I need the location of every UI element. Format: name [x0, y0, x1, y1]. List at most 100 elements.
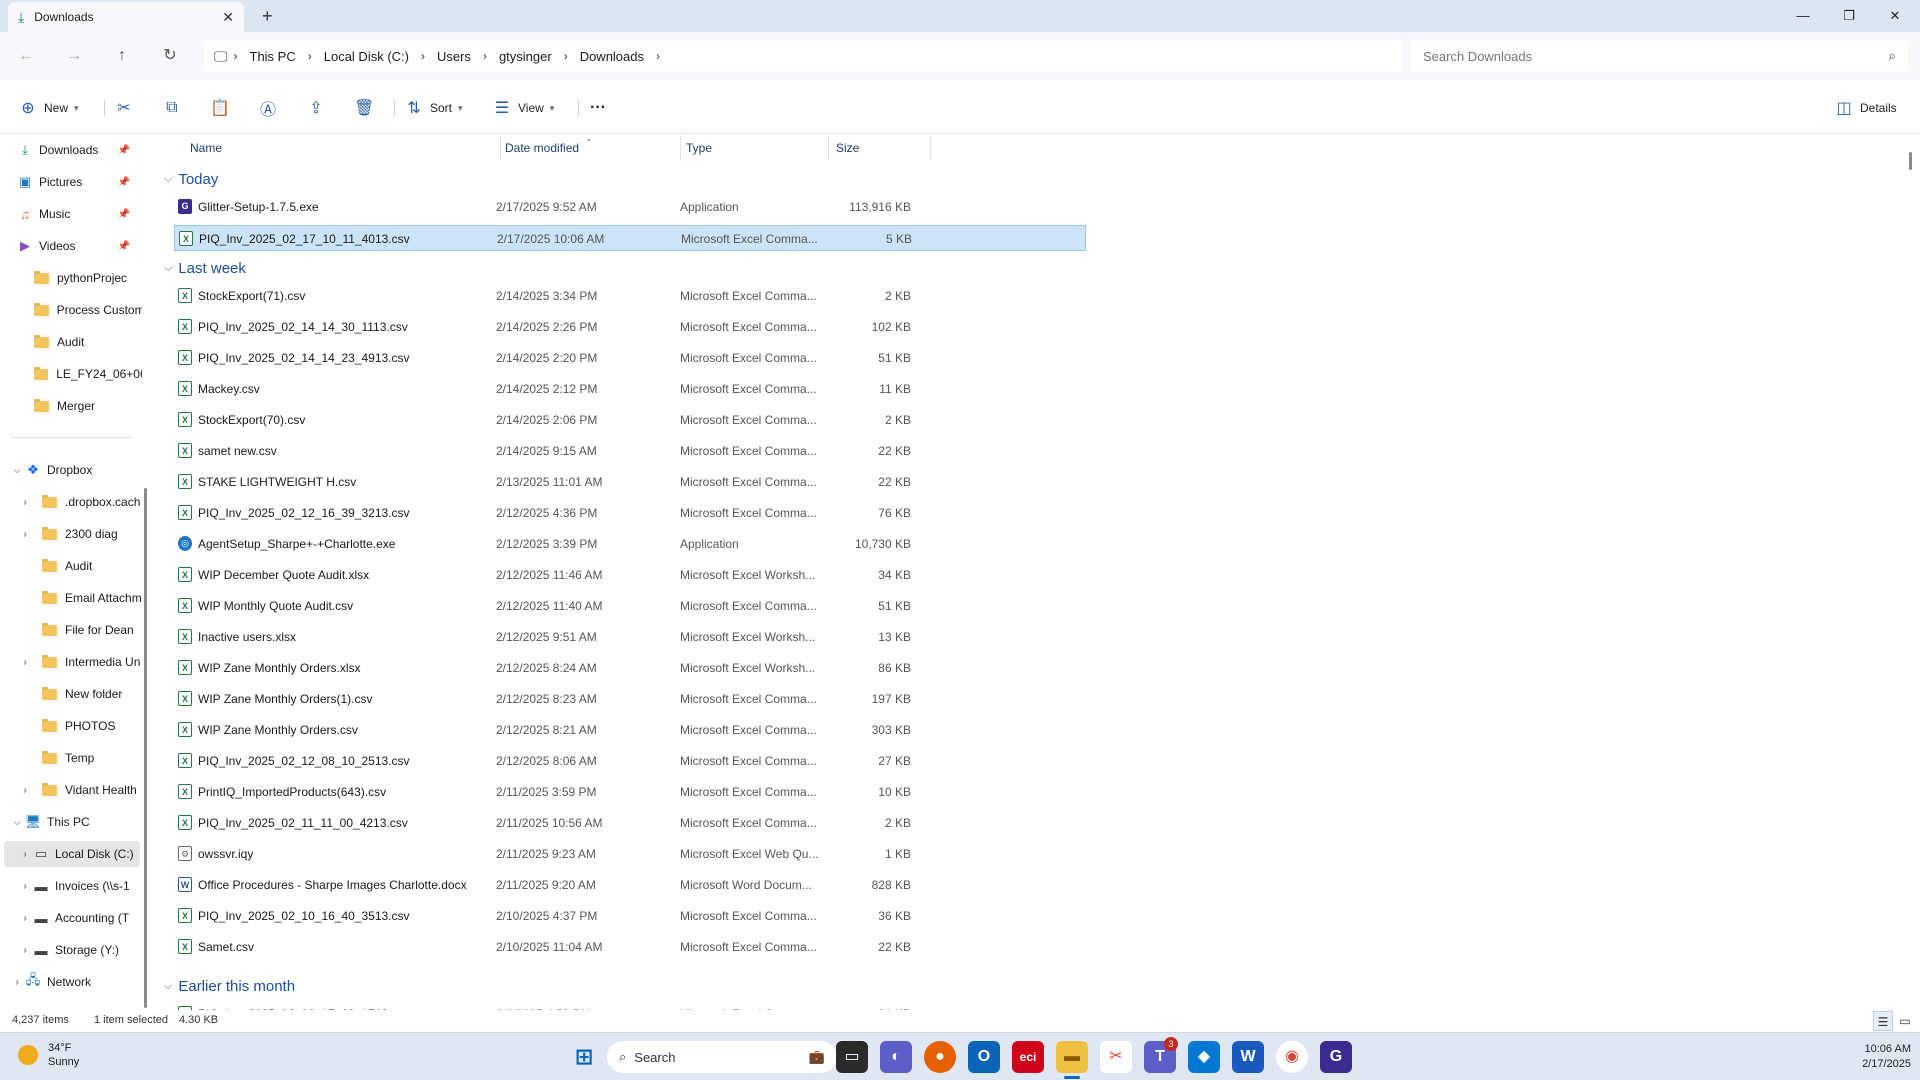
- close-window-button[interactable]: ✕: [1872, 4, 1918, 28]
- start-windows-icon[interactable]: ⊞: [568, 1041, 600, 1073]
- file-row[interactable]: W Office Procedures - Sharpe Images Charl…: [174, 872, 1086, 898]
- m365-icon[interactable]: ◆: [1188, 1041, 1220, 1073]
- file-row[interactable]: X Samet.csv 2/10/2025 11:04 AM Microsoft Ex…: [174, 934, 1086, 960]
- sort-button[interactable]: ⇅ Sort ▾: [404, 94, 462, 122]
- chevron-right-icon[interactable]: ›: [415, 49, 431, 63]
- chevron-right-icon[interactable]: ›: [558, 49, 574, 63]
- file-row[interactable]: ◎ AgentSetup_Sharpe+-+Charlotte.exe 2/12/2…: [174, 531, 1086, 557]
- chevron-right-icon[interactable]: ›: [18, 785, 32, 796]
- tab-downloads[interactable]: ⤓ Downloads ✕: [8, 2, 244, 32]
- column-divider[interactable]: [828, 135, 829, 161]
- breadcrumb-users[interactable]: Users: [431, 49, 477, 64]
- new-tab-button[interactable]: +: [262, 6, 273, 27]
- paste-button[interactable]: 📋: [210, 94, 230, 122]
- breadcrumb-downloads[interactable]: Downloads: [574, 49, 650, 64]
- nav-item-2300-diag[interactable]: › 2300 diag: [18, 521, 142, 547]
- back-button[interactable]: ←: [14, 44, 38, 68]
- restore-button[interactable]: ❐: [1826, 4, 1872, 28]
- file-row[interactable]: X PIQ_Inv_2025_02_12_16_39_3213.csv 2/12/2…: [174, 500, 1086, 526]
- nav-item-pythonproject[interactable]: pythonProjec: [34, 265, 142, 291]
- group-header-earlier[interactable]: ⌵ Earlier this month: [164, 975, 295, 997]
- column-size[interactable]: Size: [836, 141, 859, 155]
- more-options-button[interactable]: ···: [590, 94, 606, 122]
- firefox-icon[interactable]: ●: [924, 1041, 956, 1073]
- nav-item-pictures[interactable]: ▣ Pictures 📌: [16, 169, 138, 195]
- breadcrumb-user[interactable]: gtysinger: [493, 49, 558, 64]
- details-button[interactable]: ◫ Details: [1834, 94, 1896, 122]
- view-button[interactable]: ☰ View ▾: [492, 94, 555, 122]
- file-row[interactable]: XPIQ_Inv_2025_02_06_17_03_1713.csv2/6/20…: [174, 1001, 1086, 1010]
- group-header-last-week[interactable]: ⌵ Last week: [164, 257, 246, 279]
- file-row[interactable]: X STAKE LIGHTWEIGHT H.csv 2/13/2025 11:01 …: [174, 469, 1086, 495]
- chevron-right-icon[interactable]: ›: [18, 913, 32, 924]
- nav-item-new-folder[interactable]: New folder: [42, 681, 142, 707]
- group-header-today[interactable]: ⌵ Today: [164, 168, 218, 190]
- nav-item-network[interactable]: › 🖧 Network: [10, 969, 140, 995]
- rename-button[interactable]: Ⓐ: [258, 94, 278, 122]
- nav-item-dropbox-cache[interactable]: › .dropbox.cach: [18, 489, 142, 515]
- file-row[interactable]: X WIP Zane Monthly Orders(1).csv 2/12/2025…: [174, 686, 1086, 712]
- column-type[interactable]: Type: [686, 141, 712, 155]
- file-row[interactable]: Xsamet new.csv 2/14/2025 9:15 AM Microsoft…: [174, 438, 1086, 464]
- file-row[interactable]: X PIQ_Inv_2025_02_12_08_10_2513.csv 2/12/2…: [174, 748, 1086, 774]
- column-name[interactable]: Name: [190, 141, 222, 155]
- task-view-icon[interactable]: ▭: [836, 1041, 868, 1073]
- chevron-right-icon[interactable]: ›: [228, 49, 244, 63]
- delete-button[interactable]: 🗑: [354, 94, 374, 122]
- chevron-right-icon[interactable]: ›: [18, 497, 32, 508]
- copy-button[interactable]: ⧉: [162, 94, 182, 122]
- file-explorer-icon[interactable]: ▬: [1056, 1041, 1088, 1073]
- file-row[interactable]: X PIQ_Inv_2025_02_17_10_11_4013.csv 2/17/2…: [174, 225, 1086, 251]
- share-button[interactable]: ⇪: [306, 94, 326, 122]
- system-clock[interactable]: 10:06 AM 2/17/2025: [1815, 1042, 1911, 1072]
- nav-item-this-pc[interactable]: ⌵ 🖥 This PC: [10, 809, 140, 835]
- forward-button[interactable]: →: [62, 44, 86, 68]
- nav-item-invoices-drive[interactable]: › ▬ Invoices (\\s-1: [18, 873, 142, 899]
- file-row[interactable]: X PIQ_Inv_2025_02_11_11_00_4213.csv 2/11/2…: [174, 810, 1086, 836]
- weather-widget[interactable]: 34°F Sunny: [18, 1041, 79, 1069]
- file-row[interactable]: G Glitter-Setup-1.7.5.exe 2/17/2025 9:52 A…: [174, 194, 1086, 220]
- chevron-right-icon[interactable]: ›: [18, 881, 32, 892]
- tiles-view-icon[interactable]: ▭: [1895, 1011, 1915, 1031]
- file-row[interactable]: X StockExport(71).csv 2/14/2025 3:34 PM Mic…: [174, 283, 1086, 309]
- nav-item-videos[interactable]: ▶ Videos 📌: [16, 233, 138, 259]
- nav-item-process-custom[interactable]: Process Custom: [34, 297, 142, 323]
- chevron-right-icon[interactable]: ›: [477, 49, 493, 63]
- chevron-right-icon[interactable]: ›: [18, 529, 32, 540]
- file-row[interactable]: X Inactive users.xlsx 2/12/2025 9:51 AM Mic…: [174, 624, 1086, 650]
- chevron-right-icon[interactable]: ›: [10, 977, 24, 988]
- chevron-down-icon[interactable]: ⌵: [10, 817, 24, 828]
- nav-item-email-attachments[interactable]: Email Attachm: [42, 585, 142, 611]
- refresh-button[interactable]: ↻: [158, 44, 182, 68]
- column-divider[interactable]: [930, 135, 931, 161]
- minimize-button[interactable]: —: [1780, 4, 1826, 28]
- file-row[interactable]: X WIP December Quote Audit.xlsx 2/12/2025 …: [174, 562, 1086, 588]
- chevron-right-icon[interactable]: ›: [18, 657, 32, 668]
- outlook-icon[interactable]: O: [968, 1041, 1000, 1073]
- file-row[interactable]: X Mackey.csv 2/14/2025 2:12 PM Microsoft Ex…: [174, 376, 1086, 402]
- details-view-icon[interactable]: ☰: [1873, 1011, 1893, 1031]
- nav-item-dropbox-audit[interactable]: Audit: [42, 553, 142, 579]
- file-row[interactable]: X StockExport(70).csv 2/14/2025 2:06 PM Mic…: [174, 407, 1086, 433]
- nav-item-local-disk[interactable]: › ▭ Local Disk (C:): [4, 841, 140, 867]
- nav-item-intermedia[interactable]: › Intermedia Un: [18, 649, 142, 675]
- search-box[interactable]: ⌕: [1411, 40, 1908, 72]
- word-icon[interactable]: W: [1232, 1041, 1264, 1073]
- file-row[interactable]: X PIQ_Inv_2025_02_14_14_30_1113.csv 2/14/2…: [174, 314, 1086, 340]
- file-row[interactable]: X WIP Zane Monthly Orders.xlsx 2/12/2025 8…: [174, 655, 1086, 681]
- nav-item-storage-drive[interactable]: › ▬ Storage (Y:): [18, 937, 142, 963]
- chevron-right-icon[interactable]: ›: [18, 849, 32, 860]
- cut-button[interactable]: ✂: [114, 94, 134, 122]
- eci-app-icon[interactable]: eci: [1012, 1041, 1044, 1073]
- chevron-right-icon[interactable]: ›: [650, 49, 666, 63]
- chat-icon[interactable]: ◐: [880, 1041, 912, 1073]
- search-icon[interactable]: ⌕: [1889, 48, 1896, 64]
- nav-item-audit[interactable]: Audit: [34, 329, 142, 355]
- file-row[interactable]: ⚙ owssvr.iqy 2/11/2025 9:23 AM Microsoft Ex…: [174, 841, 1086, 867]
- new-button[interactable]: ⊕ New ▾: [18, 94, 78, 122]
- breadcrumb-local-disk[interactable]: Local Disk (C:): [318, 49, 415, 64]
- file-row[interactable]: X WIP Monthly Quote Audit.csv 2/12/2025 11…: [174, 593, 1086, 619]
- nav-item-merger[interactable]: Merger: [34, 393, 142, 419]
- file-row[interactable]: X PIQ_Inv_2025_02_10_16_40_3513.csv 2/10/2…: [174, 903, 1086, 929]
- snipping-tool-icon[interactable]: ✂: [1100, 1041, 1132, 1073]
